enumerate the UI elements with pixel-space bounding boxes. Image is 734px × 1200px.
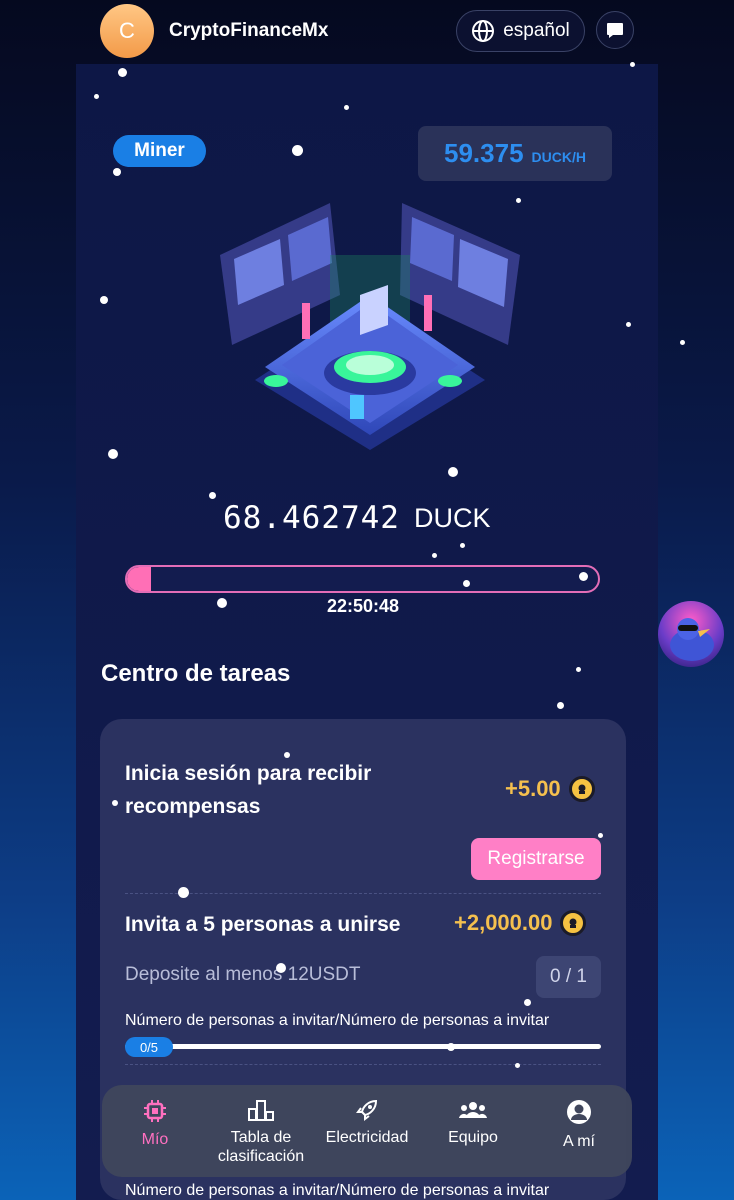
rate-value: 59.375 — [444, 138, 524, 168]
duck-coin-icon — [560, 910, 587, 936]
balance-unit: DUCK — [413, 502, 491, 533]
mining-illustration — [220, 203, 520, 450]
snowflake — [276, 963, 286, 973]
snowflake — [524, 999, 531, 1006]
task-title-login: Inicia sesión para recibir recompensas — [125, 762, 372, 818]
rocket-icon — [356, 1099, 378, 1121]
deposit-count: 0 / 1 — [536, 956, 601, 998]
task-divider — [125, 893, 601, 894]
snowflake — [284, 752, 290, 758]
chip-icon — [144, 1100, 166, 1122]
duck-mascot-icon — [670, 618, 714, 661]
language-label: español — [503, 20, 570, 41]
avatar-initial: C — [119, 18, 135, 43]
register-button[interactable]: Registrarse — [471, 838, 601, 880]
invite-progress-pill: 0/5 — [125, 1037, 173, 1057]
miner-badge: Miner — [113, 135, 206, 167]
nav-label: A mí — [562, 1133, 595, 1150]
team-icon — [459, 1102, 487, 1118]
task-divider — [125, 1064, 601, 1065]
avatar[interactable]: C — [100, 4, 154, 58]
task-center-title: Centro de tareas — [101, 660, 291, 687]
snowflake — [100, 296, 108, 304]
nav-label: Mío — [141, 1131, 169, 1148]
snowflake — [118, 68, 127, 77]
nav-label: Electricidad — [325, 1129, 409, 1146]
nav-item-electricidad[interactable]: Electricidad — [314, 1085, 420, 1177]
mining-progress-bar — [125, 565, 600, 593]
task-reward-invite: +2,000.00 — [454, 910, 587, 936]
snowflake — [344, 105, 349, 110]
nav-item-equipo[interactable]: Equipo — [420, 1085, 526, 1177]
snowflake — [460, 543, 465, 548]
mining-rate: 59.375 DUCK/H — [418, 126, 612, 181]
snowflake — [630, 62, 635, 67]
user-icon — [567, 1100, 591, 1124]
deposit-requirement: Deposite al menos 12USDT — [125, 964, 361, 985]
nav-label: Tabla de clasificación — [217, 1129, 305, 1165]
chat-icon — [607, 23, 623, 38]
snowflake — [447, 1043, 455, 1051]
snowflake — [108, 449, 118, 459]
nav-label: Equipo — [448, 1129, 498, 1146]
language-button[interactable]: español — [456, 10, 585, 52]
snowflake — [680, 340, 685, 345]
duck-balance: 68.462742 DUCK — [223, 498, 523, 538]
ranking-icon — [248, 1100, 274, 1121]
nav-item-a-mi[interactable]: A mí — [526, 1085, 632, 1177]
snowflake — [292, 145, 303, 156]
task-reward-login: +5.00 — [505, 776, 595, 802]
balance-value: 68.462742 — [223, 500, 400, 536]
next-task-label: Número de personas a invitar/Número de p… — [125, 1182, 550, 1199]
snowflake — [113, 168, 121, 176]
top-bar: C CryptoFinanceMx español — [0, 0, 734, 64]
snowflake — [217, 598, 227, 608]
bottom-nav: Mío Tabla de clasificación Electricidad … — [102, 1085, 632, 1177]
snowflake — [448, 467, 458, 477]
snowflake — [576, 667, 581, 672]
invite-progress-label: Número de personas a invitar/Número de p… — [125, 1012, 550, 1029]
snowflake — [94, 94, 99, 99]
snowflake — [112, 800, 118, 806]
snowflake — [516, 198, 521, 203]
reward-amount: +5.00 — [505, 776, 561, 801]
nav-item-mio[interactable]: Mío — [102, 1085, 208, 1177]
brand-name: CryptoFinanceMx — [169, 20, 329, 41]
snowflake — [209, 492, 216, 499]
nav-item-ranking[interactable]: Tabla de clasificación — [208, 1085, 314, 1177]
snowflake — [579, 572, 588, 581]
duck-mascot-button[interactable] — [658, 601, 724, 667]
invite-progress-track — [125, 1044, 601, 1049]
progress-fill — [127, 567, 151, 591]
snowflake — [432, 553, 437, 558]
globe-icon — [472, 20, 495, 42]
snowflake — [178, 887, 189, 898]
snowflake — [515, 1063, 520, 1068]
message-button[interactable] — [596, 11, 634, 49]
snowflake — [557, 702, 564, 709]
mining-timer: 22:50:48 — [326, 596, 400, 616]
task-title-invite: Invita a 5 personas a unirse — [125, 913, 401, 936]
reward-amount: +2,000.00 — [454, 910, 553, 935]
snowflake — [626, 322, 631, 327]
rate-unit: DUCK/H — [531, 149, 586, 165]
snowflake — [463, 580, 470, 587]
snowflake — [598, 833, 603, 838]
duck-coin-icon — [568, 776, 595, 802]
